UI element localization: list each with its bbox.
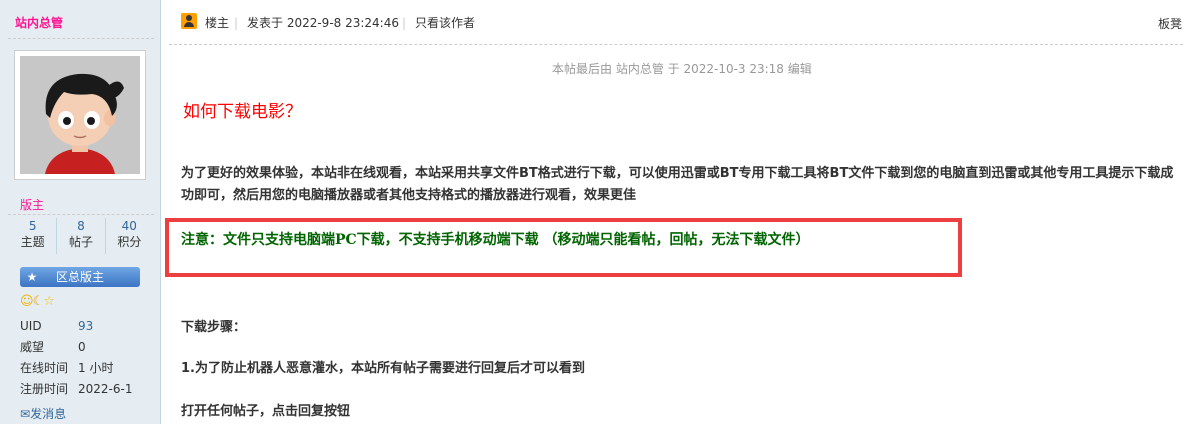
stat-value: 8: [77, 219, 85, 233]
edit-note: 本帖最后由 站内总管 于 2022-10-3 23:18 编辑: [552, 62, 812, 76]
stat-label: 主题: [20, 235, 45, 249]
star-medal-icon[interactable]: ☆: [43, 294, 55, 309]
info-value: 0: [78, 340, 86, 354]
stat-points[interactable]: 40 积分: [106, 218, 153, 254]
divider: [8, 214, 154, 215]
post-date: 发表于 2022-9-8 23:24:46: [247, 16, 399, 30]
op-label: 楼主: [205, 16, 230, 30]
envelope-icon: ✉: [20, 407, 31, 421]
info-key: 注册时间: [20, 382, 69, 396]
group-label: 区总版主: [55, 270, 104, 284]
only-author-link[interactable]: 只看该作者: [415, 15, 475, 31]
steps-title: 下载步骤：: [181, 320, 247, 335]
send-message-label: 发消息: [30, 407, 67, 421]
info-row-uid: UID 93: [20, 318, 132, 334]
author-stats: 5 主题 8 帖子 40 积分: [9, 218, 153, 254]
avatar-image: [20, 56, 140, 174]
divider: [169, 44, 1183, 45]
floor-number[interactable]: 板凳: [1158, 15, 1182, 32]
sun-medal-icon[interactable]: ☺: [20, 294, 34, 309]
info-value: 1 小时: [78, 361, 114, 375]
intro-paragraph: 为了更好的效果体验，本站非在线观看，本站采用共享文件BT格式进行下载，可以使用迅…: [181, 166, 1174, 203]
stat-posts[interactable]: 8 帖子: [57, 218, 106, 254]
info-row-online-time: 在线时间 1 小时: [20, 360, 132, 376]
avatar[interactable]: [14, 50, 146, 180]
stat-value: 5: [28, 219, 37, 233]
author-sidebar: 站内总管 版主 5 主题 8 帖子 40 积分 ★ 区总版主 ☺☾☆ UID 9…: [0, 0, 161, 424]
notice-text: 注意：文件只支持电脑端PC下载，不支持手机移动端下载 （移动端只能看帖，回帖，无…: [181, 232, 810, 248]
info-key: UID: [20, 319, 42, 333]
author-username[interactable]: 站内总管: [15, 14, 63, 31]
send-message-link[interactable]: ✉发消息: [20, 405, 66, 422]
group-badge[interactable]: ★ 区总版主: [20, 267, 140, 287]
info-value: 2022-6-1: [78, 382, 133, 396]
info-key: 威望: [20, 340, 45, 354]
step-1: 1.为了防止机器人恶意灌水，本站所有帖子需要进行回复后才可以看到: [181, 361, 585, 376]
author-role: 版主: [20, 198, 45, 212]
info-row-register-date: 注册时间 2022-6-1: [20, 381, 132, 397]
info-key: 在线时间: [20, 361, 69, 375]
moon-medal-icon[interactable]: ☾: [33, 294, 45, 309]
user-icon: [181, 13, 197, 29]
medals: ☺☾☆: [20, 294, 55, 309]
divider: [8, 38, 154, 39]
info-row-prestige: 威望 0: [20, 339, 132, 355]
stat-value: 40: [121, 219, 137, 233]
stat-label: 积分: [117, 235, 142, 249]
post-heading: 如何下载电影？: [183, 102, 302, 122]
stat-threads[interactable]: 5 主题: [9, 218, 58, 254]
post-content-area: 楼主 | 发表于 2022-9-8 23:24:46 | 只看该作者 板凳 本帖…: [162, 0, 1190, 424]
stat-label: 帖子: [68, 235, 93, 249]
divider: |: [402, 16, 407, 30]
divider: |: [234, 16, 239, 30]
info-value[interactable]: 93: [78, 318, 93, 334]
step-2: 打开任何帖子，点击回复按钮: [181, 404, 351, 419]
post-header: 楼主 | 发表于 2022-9-8 23:24:46 | 只看该作者 板凳: [162, 0, 1190, 44]
star-icon: ★: [26, 270, 38, 284]
author-info: UID 93 威望 0 在线时间 1 小时 注册时间 2022-6-1: [20, 318, 132, 402]
